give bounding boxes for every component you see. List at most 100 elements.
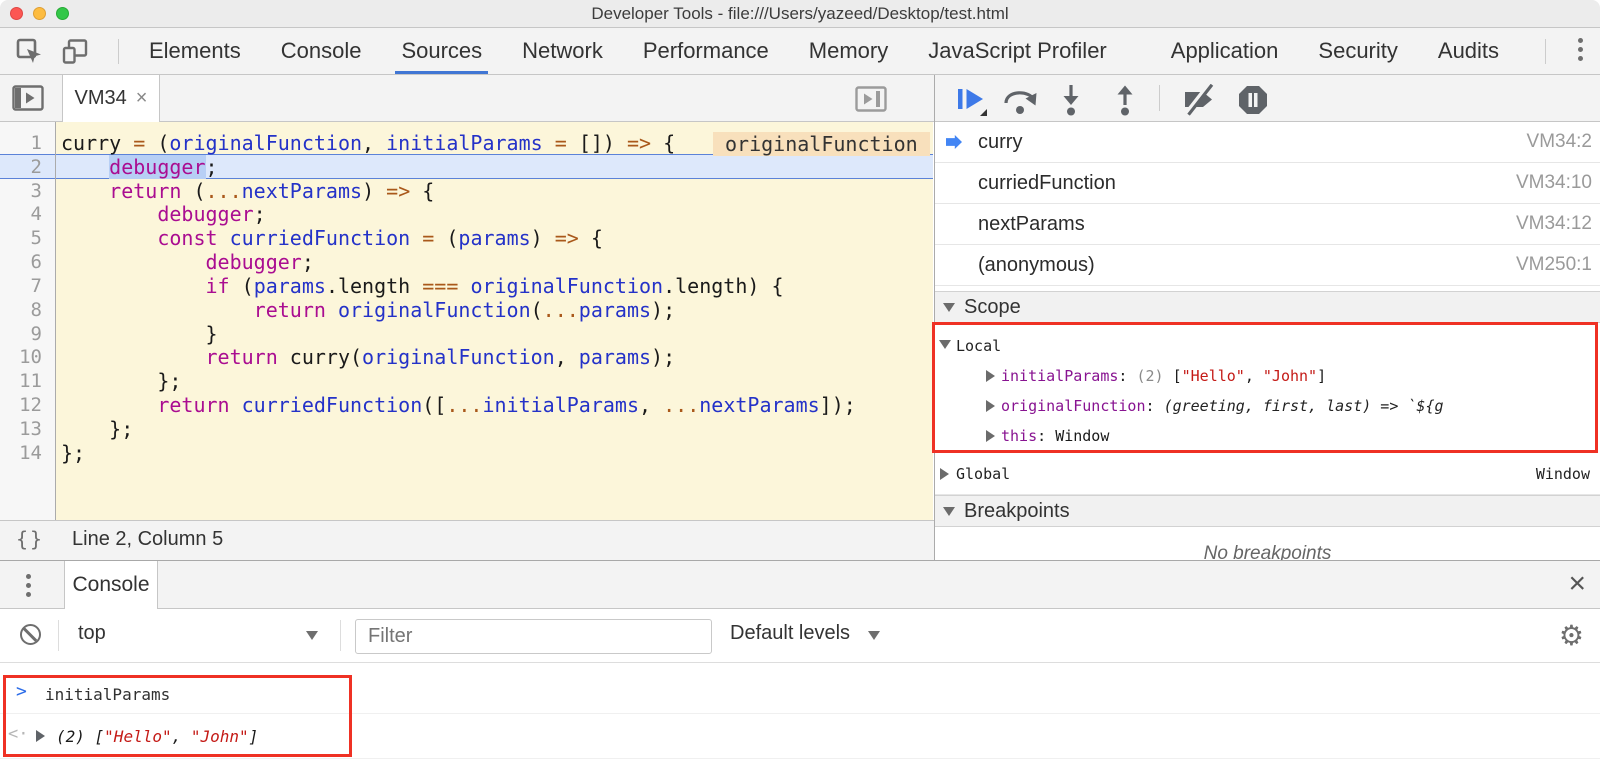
step-into-icon[interactable] [1059, 84, 1083, 116]
code-line[interactable]: }; [61, 369, 181, 393]
expand-icon [940, 468, 949, 480]
line-number[interactable]: 9 [31, 322, 42, 346]
line-number[interactable]: 6 [31, 250, 42, 274]
sources-editor-pane: VM34× 1234567891011121314 curry = (origi… [0, 75, 934, 560]
code-line[interactable]: debugger; [61, 250, 314, 274]
pause-on-exceptions-icon[interactable] [1237, 84, 1269, 116]
call-stack-frame[interactable]: (anonymous)VM250:1 [935, 245, 1600, 286]
debugger-toolbar [935, 75, 1600, 122]
code-line[interactable]: const curriedFunction = (params) => { [61, 226, 603, 250]
close-tab-icon[interactable]: × [136, 87, 148, 109]
line-number[interactable]: 2 [31, 155, 42, 179]
collapse-icon [943, 507, 955, 516]
frame-location: VM250:1 [1516, 245, 1592, 285]
step-out-icon[interactable] [1113, 84, 1137, 116]
device-toolbar-icon[interactable] [62, 38, 89, 65]
file-tab-label: VM34 [75, 87, 127, 109]
tab-audits[interactable]: Audits [1418, 28, 1519, 74]
code-editor[interactable]: 1234567891011121314 curry = (originalFun… [0, 122, 933, 520]
line-number[interactable]: 1 [31, 131, 42, 155]
breakpoints-header-label: Breakpoints [964, 496, 1070, 526]
code-line[interactable]: return curry(originalFunction, params); [61, 345, 675, 369]
tab-security[interactable]: Security [1298, 28, 1417, 74]
toolbar-separator [340, 620, 341, 651]
show-navigator-icon[interactable] [12, 85, 44, 111]
call-stack-frame[interactable]: nextParams VM34:12 [935, 204, 1600, 245]
call-stack-frame[interactable]: curriedFunction VM34:10 [935, 163, 1600, 204]
scope-section-header[interactable]: Scope [935, 291, 1600, 323]
toolbar-separator [1159, 85, 1160, 111]
line-number-gutter[interactable]: 1234567891011121314 [0, 122, 56, 520]
window-title: Developer Tools - file:///Users/yazeed/D… [0, 4, 1600, 24]
more-options-icon[interactable] [1578, 38, 1583, 65]
chevron-down-icon [306, 631, 318, 640]
scope-global-row[interactable]: Global Window [935, 453, 1600, 495]
scope-header-label: Scope [964, 292, 1021, 322]
toolbar-separator [1545, 39, 1546, 64]
line-number[interactable]: 3 [31, 179, 42, 203]
execution-context-selector[interactable]: top [78, 622, 106, 645]
drawer-menu-icon[interactable] [26, 574, 31, 601]
breakpoints-section-header[interactable]: Breakpoints [935, 495, 1600, 527]
frame-location: VM34:12 [1516, 204, 1592, 244]
cursor-position-text: Line 2, Column 5 [72, 528, 223, 551]
line-number[interactable]: 4 [31, 202, 42, 226]
collapse-icon [943, 303, 955, 312]
code-line[interactable]: debugger; [61, 155, 218, 179]
frame-name: nextParams [978, 204, 1085, 244]
call-stack-list: curryVM34:2curriedFunctionVM34:10nextPar… [935, 122, 1600, 286]
console-tab[interactable]: Console [64, 561, 158, 609]
code-line[interactable]: debugger; [61, 202, 266, 226]
tab-network[interactable]: Network [502, 28, 623, 74]
line-number[interactable]: 11 [19, 369, 42, 393]
tab-console[interactable]: Console [261, 28, 382, 74]
tab-sources[interactable]: Sources [381, 28, 502, 74]
console-filter-input[interactable] [355, 619, 712, 654]
no-breakpoints-text: No breakpoints [935, 543, 1600, 560]
window-titlebar: Developer Tools - file:///Users/yazeed/D… [0, 0, 1600, 28]
pretty-print-icon[interactable]: {} [16, 527, 44, 551]
file-tab-vm34[interactable]: VM34 × [62, 75, 160, 122]
tab-application[interactable]: Application [1151, 28, 1299, 74]
tab-javascript-profiler[interactable]: JavaScript Profiler [908, 28, 1127, 74]
code-line[interactable]: return curriedFunction([...initialParams… [61, 393, 856, 417]
code-line[interactable]: return (...nextParams) => { [61, 179, 434, 203]
call-stack-frame[interactable]: curryVM34:2 [935, 122, 1600, 163]
line-number[interactable]: 8 [31, 298, 42, 322]
step-over-icon[interactable] [1001, 84, 1039, 116]
file-tab-strip: VM34 × [0, 75, 934, 122]
deactivate-breakpoints-icon[interactable] [1181, 84, 1219, 116]
code-line[interactable]: if (params.length === originalFunction.l… [61, 274, 784, 298]
line-number[interactable]: 13 [19, 417, 42, 441]
line-number[interactable]: 7 [31, 274, 42, 298]
chevron-down-icon [868, 631, 880, 640]
log-levels-selector[interactable]: Default levels [730, 622, 850, 645]
code-line[interactable]: } [61, 322, 218, 346]
code-line[interactable]: }; [61, 417, 133, 441]
frame-location: VM34:10 [1516, 163, 1592, 203]
inspect-element-icon[interactable] [16, 38, 43, 65]
frame-name: curriedFunction [978, 163, 1116, 203]
frame-location: VM34:2 [1527, 122, 1592, 162]
line-number[interactable]: 12 [19, 393, 42, 417]
line-number[interactable]: 5 [31, 226, 42, 250]
scope-global-label: Global [956, 453, 1010, 495]
code-line[interactable]: curry = (originalFunction, initialParams… [61, 131, 675, 155]
drawer-tab-strip: Console × [0, 561, 1600, 609]
code-line[interactable]: return originalFunction(...params); [61, 298, 675, 322]
toolbar-separator [58, 620, 59, 651]
clear-console-icon[interactable] [20, 624, 41, 645]
code-line[interactable]: }; [61, 441, 85, 465]
close-drawer-icon[interactable]: × [1568, 567, 1586, 601]
line-number[interactable]: 14 [19, 441, 42, 465]
editor-pane-toggle-icon[interactable] [855, 86, 887, 112]
tab-elements[interactable]: Elements [129, 28, 261, 74]
devtools-main-toolbar: ElementsConsoleSourcesNetworkPerformance… [0, 28, 1600, 75]
tab-memory[interactable]: Memory [789, 28, 908, 74]
line-number[interactable]: 10 [19, 345, 42, 369]
inline-value-tooltip: originalFunction [713, 132, 930, 156]
tab-performance[interactable]: Performance [623, 28, 789, 74]
execution-line-gutter-highlight [0, 154, 55, 179]
console-settings-gear-icon[interactable]: ⚙ [1559, 619, 1584, 652]
annotation-box-console [3, 675, 352, 757]
